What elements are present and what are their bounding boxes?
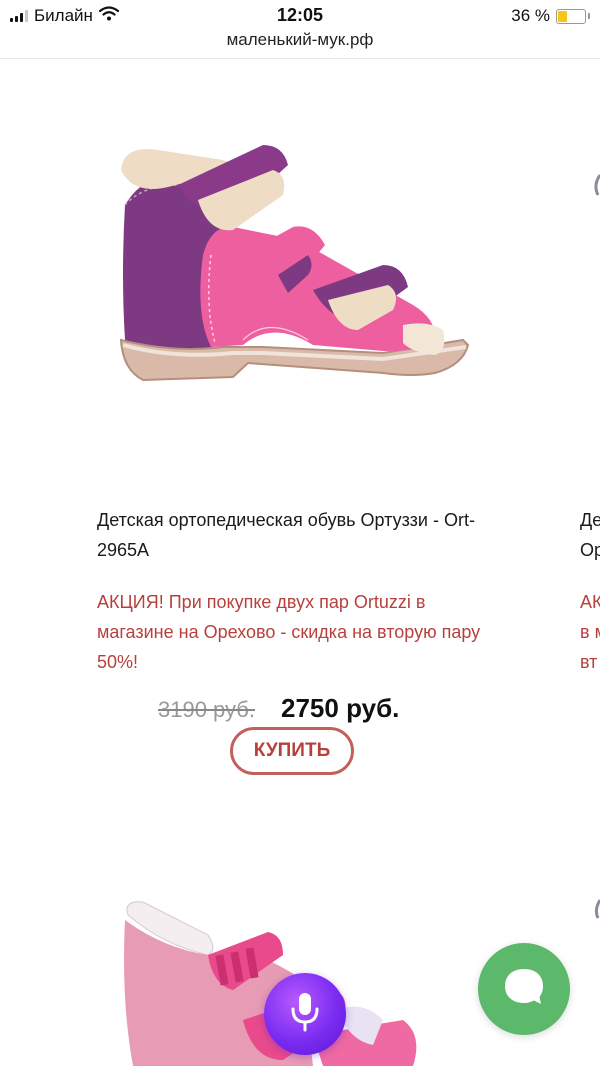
address-bar-url[interactable]: маленький-мук.рф [0, 30, 600, 50]
price-row: 3190 руб. 2750 руб. [158, 693, 399, 724]
product-image[interactable] [83, 115, 478, 465]
chat-button[interactable] [478, 943, 570, 1035]
current-price: 2750 руб. [281, 693, 400, 723]
voice-search-button[interactable] [264, 973, 346, 1055]
next-product-title[interactable]: Де Ор [580, 505, 600, 565]
status-right: 36 % [511, 6, 590, 26]
clock: 12:05 [276, 5, 324, 25]
product-title[interactable]: Детская ортопедическая обувь Ортуззи - O… [97, 505, 497, 565]
buy-button[interactable]: КУПИТЬ [230, 727, 354, 775]
microphone-icon [288, 991, 322, 1038]
next-product-promo: АК в м вт [580, 592, 600, 672]
battery-percent: 36 % [511, 6, 550, 25]
promo-text: АКЦИЯ! При покупке двух пар Ortuzzi в ма… [97, 592, 481, 672]
old-price: 3190 руб. [158, 697, 256, 722]
next-product-image-2[interactable] [585, 860, 600, 960]
next-product-image[interactable] [585, 115, 600, 465]
status-bar: Билайн 12:05 36 % маленький-мук.рф [0, 0, 600, 59]
battery-icon [556, 8, 590, 24]
chat-bubble-icon [502, 965, 546, 1014]
